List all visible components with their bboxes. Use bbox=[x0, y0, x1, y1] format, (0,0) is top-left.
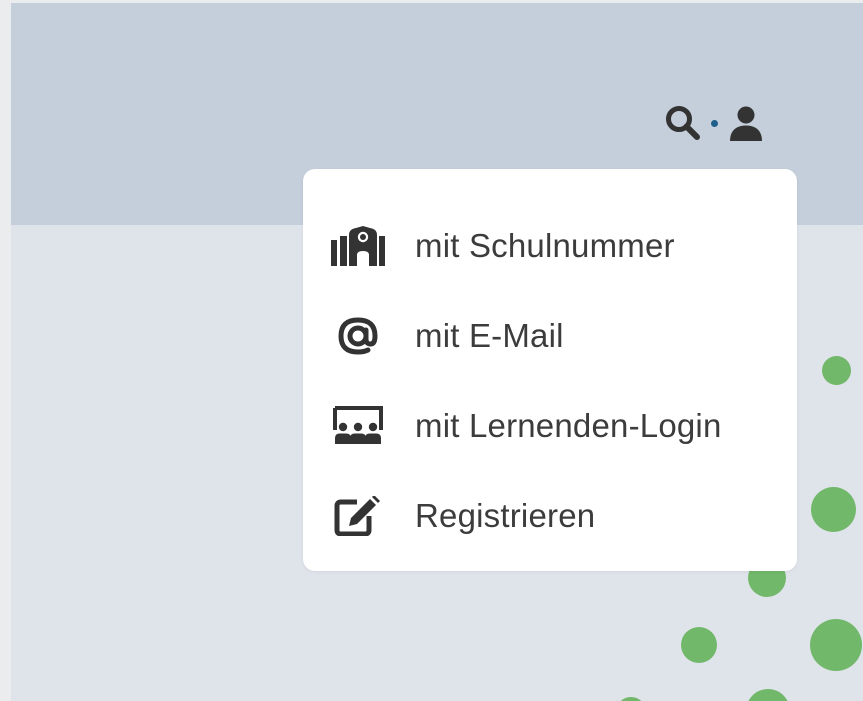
menu-item-label: Registrieren bbox=[415, 497, 596, 534]
classroom-icon bbox=[331, 406, 385, 446]
separator-dot bbox=[711, 119, 718, 127]
menu-item-student-login[interactable]: mit Lernenden-Login bbox=[303, 381, 797, 471]
at-sign-icon bbox=[331, 316, 385, 356]
menu-item-label: mit Schulnummer bbox=[415, 227, 675, 264]
search-button[interactable] bbox=[663, 103, 703, 143]
search-icon bbox=[666, 106, 700, 140]
school-icon bbox=[331, 226, 385, 266]
decorative-bubble bbox=[810, 619, 862, 671]
menu-item-label: mit Lernenden-Login bbox=[415, 407, 722, 444]
menu-item-label: mit E-Mail bbox=[415, 317, 564, 354]
user-account-button[interactable] bbox=[726, 103, 766, 143]
user-icon bbox=[730, 106, 762, 141]
decorative-bubble bbox=[822, 356, 851, 385]
menu-item-register[interactable]: Registrieren bbox=[303, 471, 797, 561]
decorative-bubble bbox=[746, 689, 790, 701]
menu-item-email[interactable]: mit E-Mail bbox=[303, 291, 797, 381]
decorative-bubble bbox=[616, 697, 646, 701]
menu-item-school-number[interactable]: mit Schulnummer bbox=[303, 201, 797, 291]
page: mit Schulnummer mit E-Mail mit Lernenden… bbox=[11, 3, 863, 701]
login-dropdown-menu: mit Schulnummer mit E-Mail mit Lernenden… bbox=[303, 169, 797, 571]
decorative-bubble bbox=[811, 487, 856, 532]
header-actions bbox=[663, 103, 766, 143]
edit-icon bbox=[331, 496, 385, 536]
decorative-bubble bbox=[681, 627, 717, 663]
